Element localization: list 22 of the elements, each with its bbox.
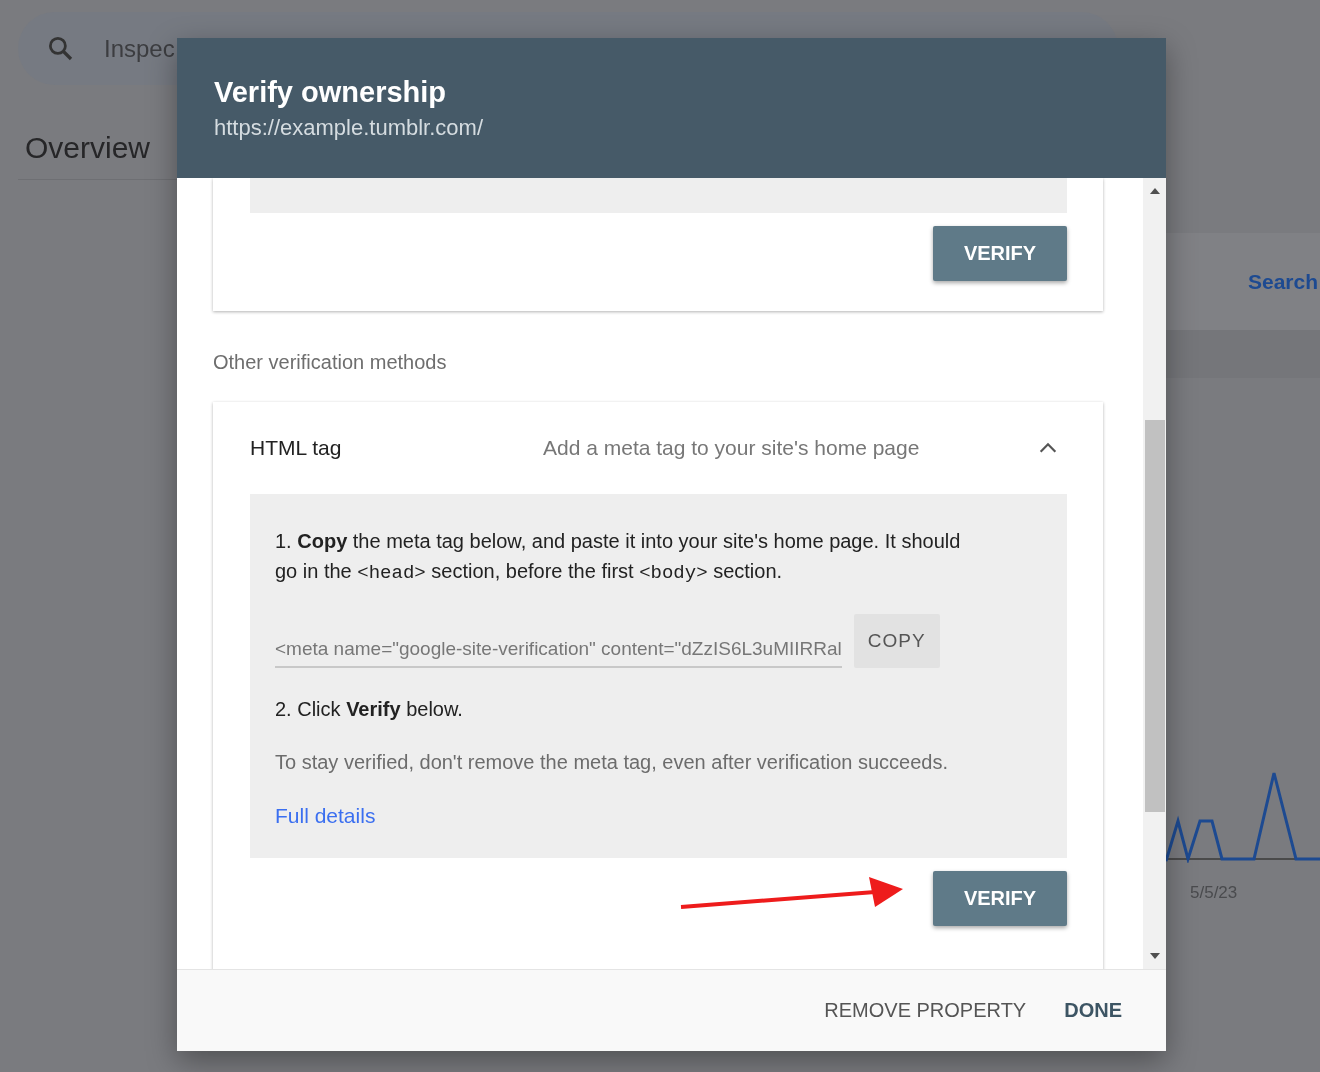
meta-tag-field[interactable]: <meta name="google-site-verification" content="dZzIS6L3uMIIRRal	[275, 638, 842, 668]
search-text: Inspec	[104, 34, 175, 63]
site-url: https://example.tumblr.com/	[214, 115, 484, 141]
method-name: HTML tag	[250, 436, 343, 460]
full-details-link[interactable]: Full details	[275, 804, 376, 828]
remove-property-button[interactable]: REMOVE PROPERTY	[808, 989, 1043, 1032]
instruction-text: 2. Click Verify below.	[275, 698, 464, 721]
scroll-thumb[interactable]	[1144, 420, 1165, 812]
dialog-title: Verify ownership	[214, 76, 448, 109]
method-header[interactable]: HTML tag Add a meta tag to your site's home page	[250, 402, 1067, 494]
page-heading: Overview	[25, 131, 151, 165]
instruction-text: 1. Copy the meta tag below, and paste it into your site's home page. It should go in the <head> section, before the first <body> section.	[275, 529, 962, 586]
method-description: Add a meta tag to your site's home page	[543, 436, 921, 460]
scroll-down-icon[interactable]	[1149, 953, 1160, 959]
done-button[interactable]: DONE	[1048, 989, 1138, 1032]
scrollbar[interactable]	[1143, 178, 1166, 969]
note-text: To stay verified, don't remove the meta tag, even after verification succeeds.	[275, 751, 950, 774]
verify-button[interactable]: VERIFY	[933, 871, 1067, 926]
verify-button[interactable]: VERIFY	[933, 226, 1067, 281]
copy-button[interactable]: COPY	[853, 614, 940, 668]
section-label: Other verification methods	[213, 351, 448, 374]
scroll-up-icon[interactable]	[1149, 188, 1160, 194]
